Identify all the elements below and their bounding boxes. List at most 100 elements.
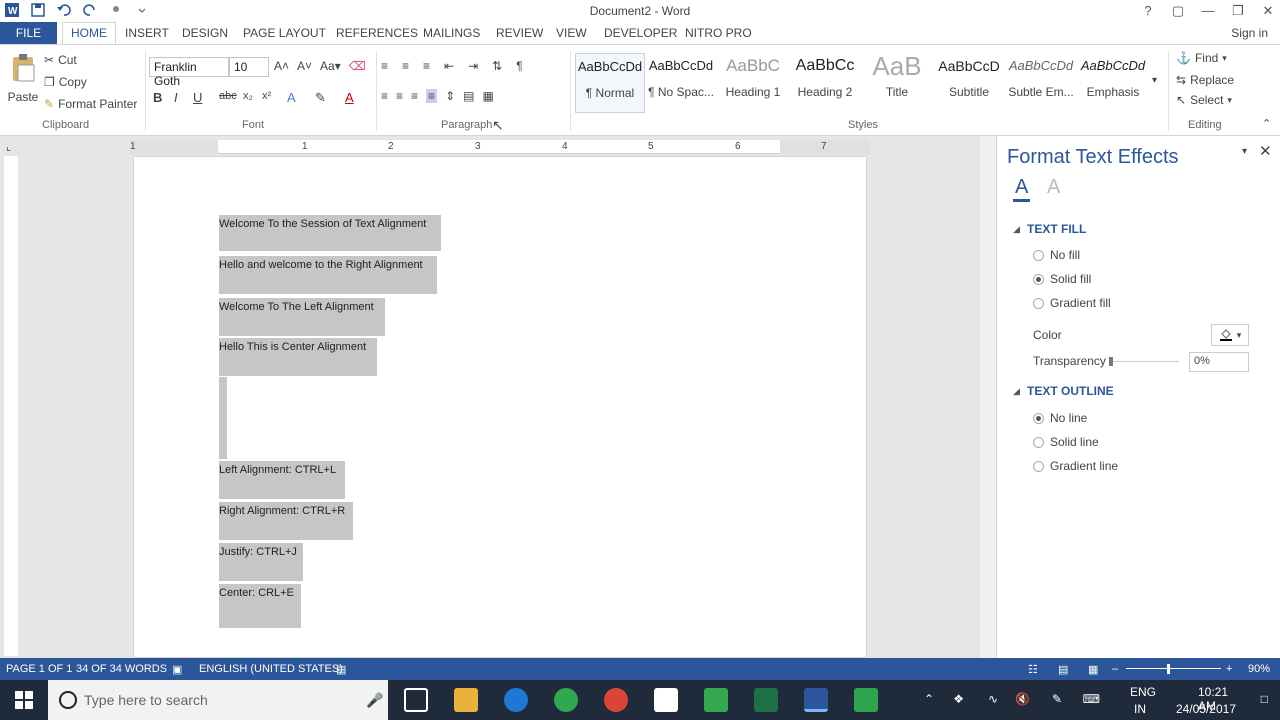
paragraph-4[interactable]: Hello This is Center Alignment (219, 338, 377, 376)
cut-button[interactable]: ✂ Cut (44, 53, 77, 67)
chrome-icon[interactable] (604, 688, 628, 712)
tab-home[interactable]: HOME (62, 22, 116, 45)
styles-more-icon[interactable]: ▾ (1152, 75, 1157, 86)
collapse-ribbon-icon[interactable]: ⌃ (1262, 117, 1271, 130)
change-case-icon[interactable]: Aa▾ (320, 59, 341, 73)
align-right-icon[interactable]: ≡ (411, 89, 418, 103)
tripadvisor-icon[interactable] (554, 688, 578, 712)
paste-button[interactable]: Paste (8, 53, 38, 104)
paragraph-1[interactable]: Welcome To the Session of Text Alignment (219, 215, 441, 251)
align-center-icon[interactable]: ≡ (396, 89, 403, 103)
text-effects-tab-icon[interactable]: A (1047, 176, 1060, 199)
web-layout-icon[interactable]: ▦ (1088, 663, 1098, 676)
paragraph-5[interactable]: Left Alignment: CTRL+L (219, 461, 345, 499)
solid-fill-option[interactable]: Solid fill (1033, 272, 1091, 286)
text-outline-header[interactable]: TEXT OUTLINE (1027, 384, 1114, 398)
show-formatting-icon[interactable]: ¶ (516, 59, 522, 73)
transparency-slider[interactable] (1109, 361, 1179, 362)
copy-button[interactable]: ❐ Copy (44, 75, 87, 89)
zoom-in-icon[interactable]: + (1226, 663, 1232, 675)
edge-browser-icon[interactable] (504, 688, 528, 712)
word-count[interactable]: 34 OF 34 WORDS (76, 663, 167, 675)
tab-nitro-pro[interactable]: NITRO PRO (685, 26, 752, 40)
keyboard-icon[interactable]: ⌨ (1083, 692, 1100, 706)
paragraph-3[interactable]: Welcome To The Left Alignment (219, 298, 385, 336)
restore-icon[interactable]: ❐ (1226, 0, 1250, 22)
style-subtle-emphasis[interactable]: AaBbCcDd Subtle Em... (1006, 53, 1076, 113)
close-icon[interactable]: ✕ (1256, 0, 1280, 22)
file-explorer-icon[interactable] (454, 688, 478, 712)
sort-icon[interactable]: ⇅ (492, 59, 502, 73)
green-app-icon[interactable] (704, 688, 728, 712)
horizontal-ruler[interactable]: 1 1 2 3 4 5 6 7 (130, 140, 870, 154)
wifi-icon[interactable]: ∿ (988, 692, 998, 706)
text-fill-header[interactable]: TEXT FILL (1027, 222, 1086, 236)
style-heading-1[interactable]: AaBbC Heading 1 (718, 53, 788, 113)
font-size-box[interactable]: 10 (229, 57, 269, 77)
gradient-fill-option[interactable]: Gradient fill (1033, 296, 1111, 310)
windows-start-icon[interactable] (14, 690, 34, 713)
collapse-arrow-icon[interactable]: ◢ (1013, 224, 1020, 235)
tab-design[interactable]: DESIGN (182, 26, 228, 40)
shading-icon[interactable]: ▤ (463, 89, 474, 103)
clear-formatting-icon[interactable]: ⌫ (349, 59, 366, 73)
close-pane-icon[interactable]: ✕ (1259, 142, 1272, 160)
help-icon[interactable]: ? (1136, 0, 1160, 22)
line-spacing-icon[interactable]: ⇕ (445, 89, 455, 103)
tab-mailings[interactable]: MAILINGS (423, 26, 480, 40)
paragraph-8[interactable]: Center: CRL+E (219, 584, 301, 628)
page-count[interactable]: PAGE 1 OF 1 (6, 663, 72, 675)
macro-recording-icon[interactable]: ▤ (336, 663, 346, 676)
task-view-icon[interactable] (404, 688, 428, 712)
grow-font-icon[interactable]: A˄ (274, 59, 289, 73)
taskbar-search-box[interactable]: Type here to search 🎤 (48, 680, 388, 720)
borders-icon[interactable]: ▦ (482, 89, 493, 103)
tab-page-layout[interactable]: PAGE LAYOUT (243, 26, 326, 40)
font-color-icon[interactable]: A (345, 90, 354, 105)
align-left-icon[interactable]: ≡ (381, 89, 388, 103)
no-line-option[interactable]: No line (1033, 411, 1087, 425)
replace-button[interactable]: ⇆ Replace (1176, 73, 1234, 87)
tab-insert[interactable]: INSERT (125, 26, 169, 40)
text-fill-outline-tab-icon[interactable]: A (1013, 176, 1031, 202)
zoom-slider[interactable] (1126, 668, 1221, 669)
find-button[interactable]: ⚓ Find ▾ (1176, 51, 1227, 65)
tray-overflow-icon[interactable]: ⌃ (924, 692, 934, 706)
collapse-arrow-icon[interactable]: ◢ (1013, 386, 1020, 397)
superscript-icon[interactable]: x² (262, 90, 271, 102)
format-painter-button[interactable]: ✎ Format Painter (44, 97, 137, 111)
print-layout-icon[interactable]: ▤ (1058, 663, 1068, 676)
underline-icon[interactable]: U (193, 90, 202, 105)
language[interactable]: ENGLISH (UNITED STATES) (199, 663, 343, 675)
font-name-box[interactable]: Franklin Goth (149, 57, 229, 88)
volume-muted-icon[interactable]: 🔇 (1015, 692, 1030, 706)
paragraph-6[interactable]: Right Alignment: CTRL+R (219, 502, 353, 540)
color-picker-button[interactable]: ▾ (1211, 324, 1249, 346)
paragraph-2[interactable]: Hello and welcome to the Right Alignment (219, 256, 437, 294)
subscript-icon[interactable]: x₂ (243, 90, 253, 102)
zoom-level[interactable]: 90% (1248, 663, 1270, 675)
minimize-icon[interactable]: — (1196, 0, 1220, 22)
transparency-input[interactable]: 0% (1189, 352, 1249, 372)
increase-indent-icon[interactable]: ⇥ (468, 59, 478, 73)
bullets-icon[interactable]: ≡ (381, 59, 388, 73)
no-fill-option[interactable]: No fill (1033, 248, 1080, 262)
pen-icon[interactable]: ✎ (1052, 692, 1062, 706)
multilevel-list-icon[interactable]: ≡ (423, 59, 430, 73)
style-title[interactable]: AaB Title (862, 53, 932, 113)
microphone-icon[interactable]: 🎤 (366, 692, 383, 709)
style-no-spacing[interactable]: AaBbCcDd ¶ No Spac... (646, 53, 716, 113)
word-taskbar-icon[interactable] (804, 688, 828, 712)
highlight-color-icon[interactable]: ✎ (315, 90, 326, 106)
select-button[interactable]: ↖ Select ▾ (1176, 93, 1232, 107)
tab-file[interactable]: FILE (0, 22, 57, 44)
tab-references[interactable]: REFERENCES (336, 26, 418, 40)
camtasia-icon[interactable] (854, 688, 878, 712)
style-heading-2[interactable]: AaBbCc Heading 2 (790, 53, 860, 113)
dropbox-icon[interactable]: ❖ (953, 692, 964, 706)
input-language[interactable]: ENG (1130, 685, 1156, 699)
ribbon-display-options-icon[interactable]: ▢ (1166, 0, 1190, 22)
style-normal[interactable]: AaBbCcDd ¶ Normal (575, 53, 645, 113)
shrink-font-icon[interactable]: A˅ (297, 59, 312, 73)
tab-view[interactable]: VIEW (556, 26, 587, 40)
